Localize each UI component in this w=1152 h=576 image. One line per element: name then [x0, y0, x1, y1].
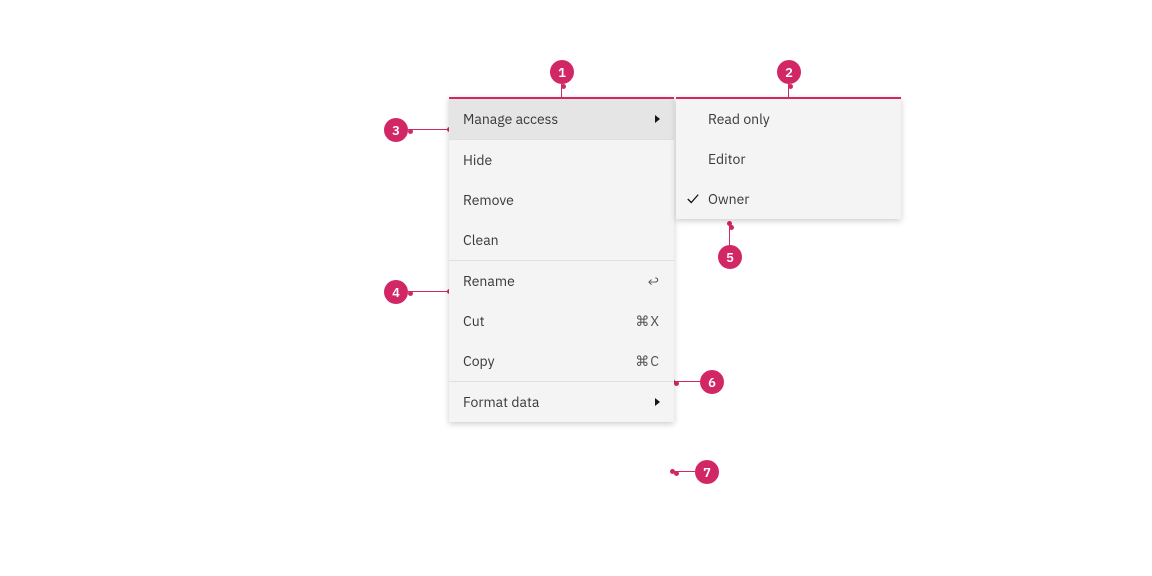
leader-6 [674, 381, 700, 382]
shortcut-label: ↩ [648, 272, 660, 290]
leader-4 [408, 291, 449, 292]
caret-right-icon [655, 115, 660, 123]
context-submenu: Read only Editor Owner [676, 97, 901, 219]
menu-item-clean[interactable]: Clean [449, 220, 674, 260]
leader-2 [788, 84, 789, 97]
leader-1 [561, 84, 562, 97]
submenu-item-read-only[interactable]: Read only [676, 99, 901, 139]
menu-item-label: Cut [463, 312, 635, 330]
leader-5 [729, 225, 730, 245]
menu-item-label: Owner [708, 190, 887, 208]
menu-item-label: Rename [463, 272, 648, 290]
menu-item-label: Editor [708, 150, 887, 168]
menu-item-copy[interactable]: Copy ⌘C [449, 341, 674, 381]
submenu-item-editor[interactable]: Editor [676, 139, 901, 179]
menu-item-hide[interactable]: Hide [449, 140, 674, 180]
context-menu: Manage access Hide Remove Clean Rename ↩… [449, 97, 674, 422]
annotation-badge-5: 5 [718, 245, 742, 269]
annotated-menu-figure: Manage access Hide Remove Clean Rename ↩… [0, 0, 1152, 576]
menu-item-format-data[interactable]: Format data [449, 382, 674, 422]
menu-item-label: Copy [463, 352, 635, 370]
menu-item-label: Remove [463, 191, 660, 209]
annotation-badge-2: 2 [777, 60, 801, 84]
annotation-badge-1: 1 [550, 60, 574, 84]
menu-item-cut[interactable]: Cut ⌘X [449, 301, 674, 341]
menu-item-label: Read only [708, 110, 887, 128]
shortcut-label: ⌘X [635, 312, 660, 330]
menu-item-label: Hide [463, 151, 660, 169]
menu-item-label: Manage access [463, 110, 655, 128]
menu-item-rename[interactable]: Rename ↩ [449, 261, 674, 301]
menu-item-manage-access[interactable]: Manage access [449, 99, 674, 139]
menu-item-label: Format data [463, 393, 655, 411]
annotation-badge-6: 6 [700, 370, 724, 394]
annotation-badge-7: 7 [695, 460, 719, 484]
caret-right-icon [655, 398, 660, 406]
submenu-item-owner[interactable]: Owner [676, 179, 901, 219]
annotation-badge-3: 3 [384, 118, 408, 142]
menu-item-label: Clean [463, 231, 660, 249]
menu-item-remove[interactable]: Remove [449, 180, 674, 220]
annotation-badge-4: 4 [384, 280, 408, 304]
shortcut-label: ⌘C [635, 352, 660, 370]
checkmark-icon [686, 192, 706, 206]
leader-7 [674, 471, 695, 472]
leader-3 [408, 129, 449, 130]
